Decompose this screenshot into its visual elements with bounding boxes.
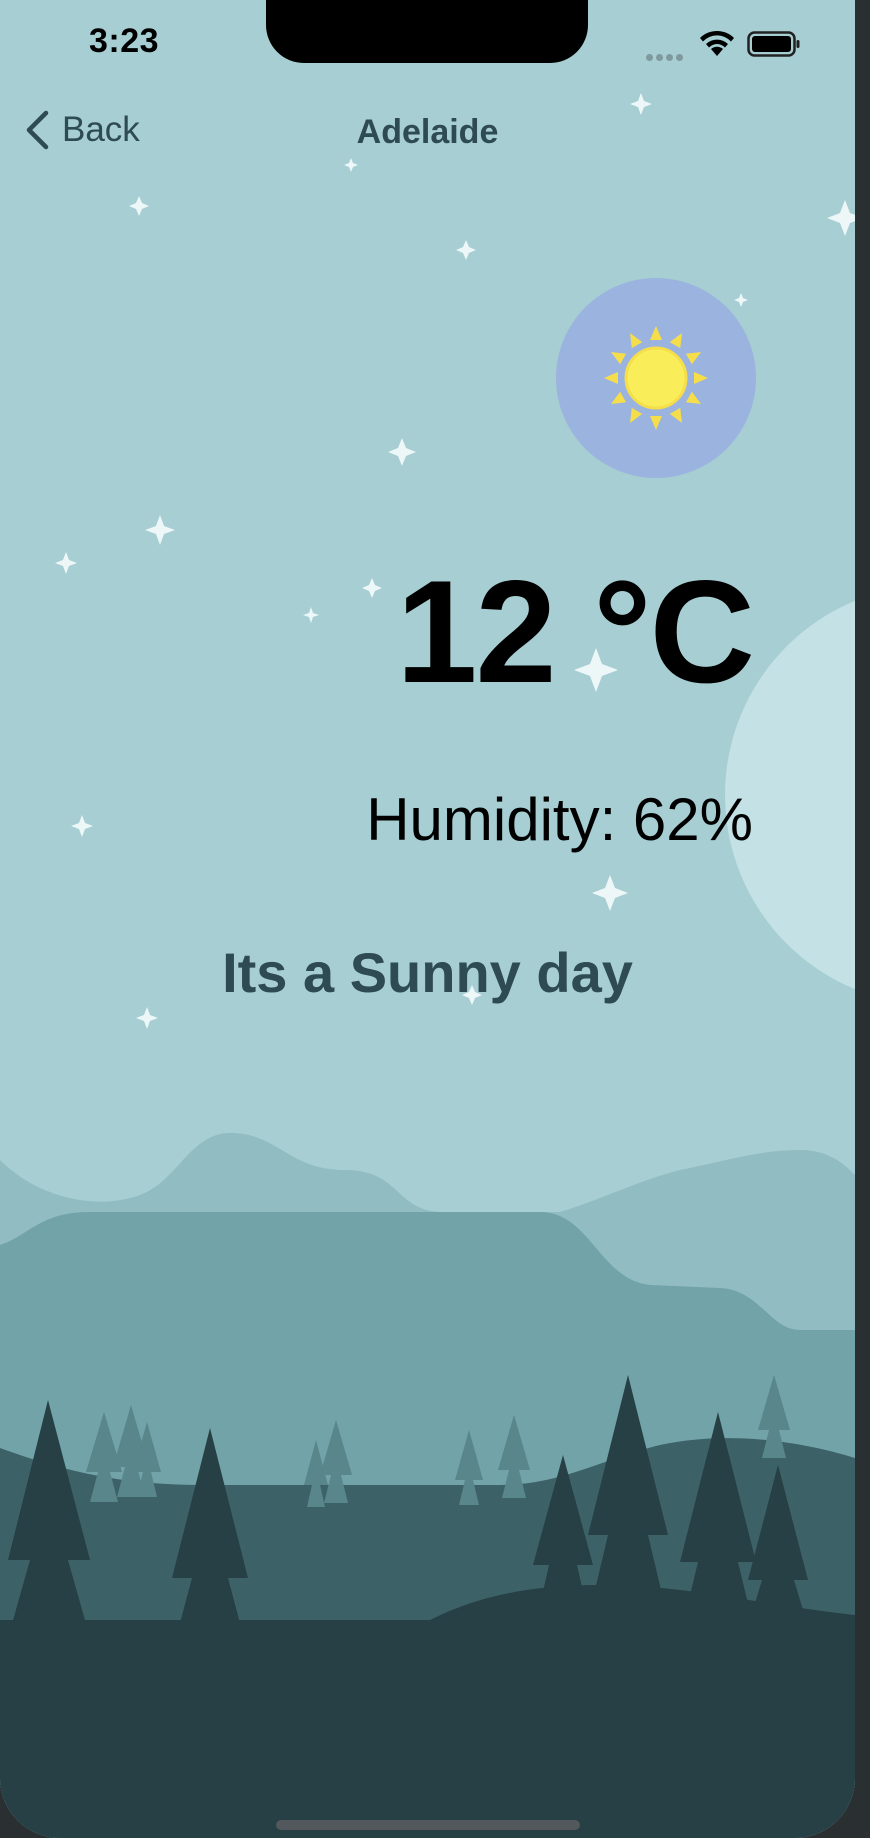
humidity-value: Humidity: 62% xyxy=(366,786,753,853)
city-title: Adelaide xyxy=(356,113,499,151)
sun-icon xyxy=(604,326,708,430)
temperature-value: 12 °C xyxy=(396,550,755,713)
weather-icon-badge xyxy=(556,278,756,478)
screen: 3:23 Back Adelaide 12 °C Humidity: 62% I… xyxy=(0,0,855,1838)
status-time: 3:23 xyxy=(89,22,160,60)
device-frame: 3:23 Back Adelaide 12 °C Humidity: 62% I… xyxy=(0,0,870,1838)
weather-condition: Its a Sunny day xyxy=(222,941,633,1004)
battery-icon xyxy=(747,31,800,57)
home-indicator[interactable] xyxy=(276,1820,580,1830)
device-notch xyxy=(266,0,588,63)
wifi-icon xyxy=(700,30,734,56)
cellular-signal-icon xyxy=(646,48,686,66)
landscape-background xyxy=(0,93,855,1838)
